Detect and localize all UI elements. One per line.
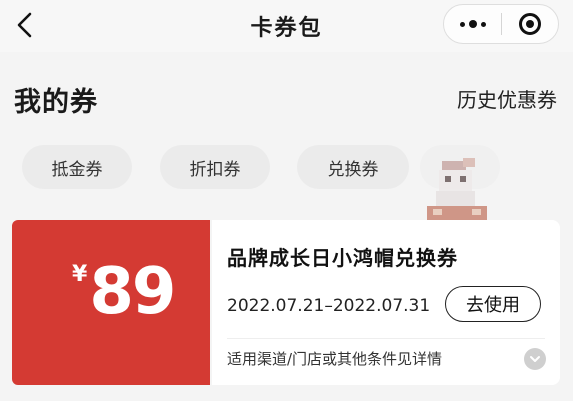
tab-discount-coupon[interactable]: 折扣券 bbox=[160, 145, 270, 189]
coupon-value: 89 bbox=[89, 255, 176, 329]
nav-bar: 卡券包 bbox=[0, 0, 573, 52]
coupon-divider bbox=[227, 338, 545, 339]
tab-exchange-coupon[interactable]: 兑换券 bbox=[297, 145, 409, 189]
currency-symbol: ¥ bbox=[72, 262, 88, 287]
coupon-validity-dates: 2022.07.21–2022.07.31 bbox=[227, 296, 431, 316]
tab-cash-coupon[interactable]: 抵金券 bbox=[22, 145, 132, 189]
coupon-terms[interactable]: 适用渠道/门店或其他条件见详情 bbox=[227, 348, 442, 369]
pixel-mascot-icon bbox=[427, 158, 487, 224]
coupon-value-panel: ¥ 89 bbox=[12, 220, 215, 385]
section-title: 我的券 bbox=[14, 87, 98, 118]
more-dots-icon bbox=[459, 21, 465, 27]
target-close-icon bbox=[518, 13, 541, 35]
chevron-down-icon bbox=[530, 356, 540, 362]
use-coupon-button[interactable]: 去使用 bbox=[445, 286, 541, 322]
close-button[interactable] bbox=[502, 5, 558, 43]
coupon-wallet-page: 卡券包 我的券 历史优惠券 抵金券 折扣券 兑换券 ¥ 89 品牌成长日小鸿帽兑… bbox=[0, 0, 573, 401]
expand-terms-button[interactable] bbox=[524, 348, 546, 370]
more-button[interactable] bbox=[444, 5, 501, 43]
coupon-name: 品牌成长日小鸿帽兑换券 bbox=[227, 246, 458, 270]
mini-program-capsule bbox=[443, 4, 559, 44]
coupon-details-panel: 品牌成长日小鸿帽兑换券 2022.07.21–2022.07.31 去使用 适用… bbox=[212, 220, 560, 385]
coupon-price: ¥ 89 bbox=[72, 255, 176, 330]
history-coupons-link[interactable]: 历史优惠券 bbox=[457, 84, 557, 113]
